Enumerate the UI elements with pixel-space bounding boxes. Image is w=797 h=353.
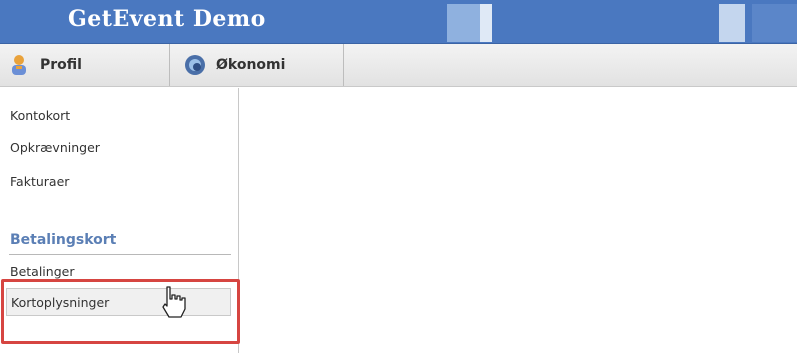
tab-profil[interactable]: Profil <box>8 44 170 86</box>
sidebar-item-label: Kortoplysninger <box>11 295 110 310</box>
sidebar-item-kortoplysninger[interactable]: Kortoplysninger <box>6 288 231 316</box>
sidebar-item-fakturaer[interactable]: Fakturaer <box>10 174 69 189</box>
swirl-icon <box>185 55 205 75</box>
header-decor-block <box>752 4 797 42</box>
header-decor-block <box>719 4 745 42</box>
section-divider <box>9 254 231 255</box>
sidebar-item-betalinger[interactable]: Betalinger <box>10 264 74 279</box>
header-decor-block <box>480 4 492 42</box>
user-icon <box>12 55 26 75</box>
app-title: GetEvent Demo <box>68 6 266 32</box>
tab-label: Profil <box>40 57 82 73</box>
tab-label: Økonomi <box>216 57 286 73</box>
sidebar-item-opkraevninger[interactable]: Opkrævninger <box>10 140 100 155</box>
hand-cursor-icon <box>162 286 186 318</box>
section-title-betalingskort: Betalingskort <box>10 232 117 248</box>
tab-okonomi[interactable]: Økonomi <box>184 44 344 86</box>
main-content <box>240 88 797 353</box>
app-header: GetEvent Demo <box>0 0 797 44</box>
sidebar-item-kontokort[interactable]: Kontokort <box>10 108 70 123</box>
sidebar: Kontokort Opkrævninger Fakturaer Betalin… <box>0 88 240 353</box>
header-decor-block <box>447 4 480 42</box>
tab-bar: Profil Økonomi <box>0 44 797 87</box>
